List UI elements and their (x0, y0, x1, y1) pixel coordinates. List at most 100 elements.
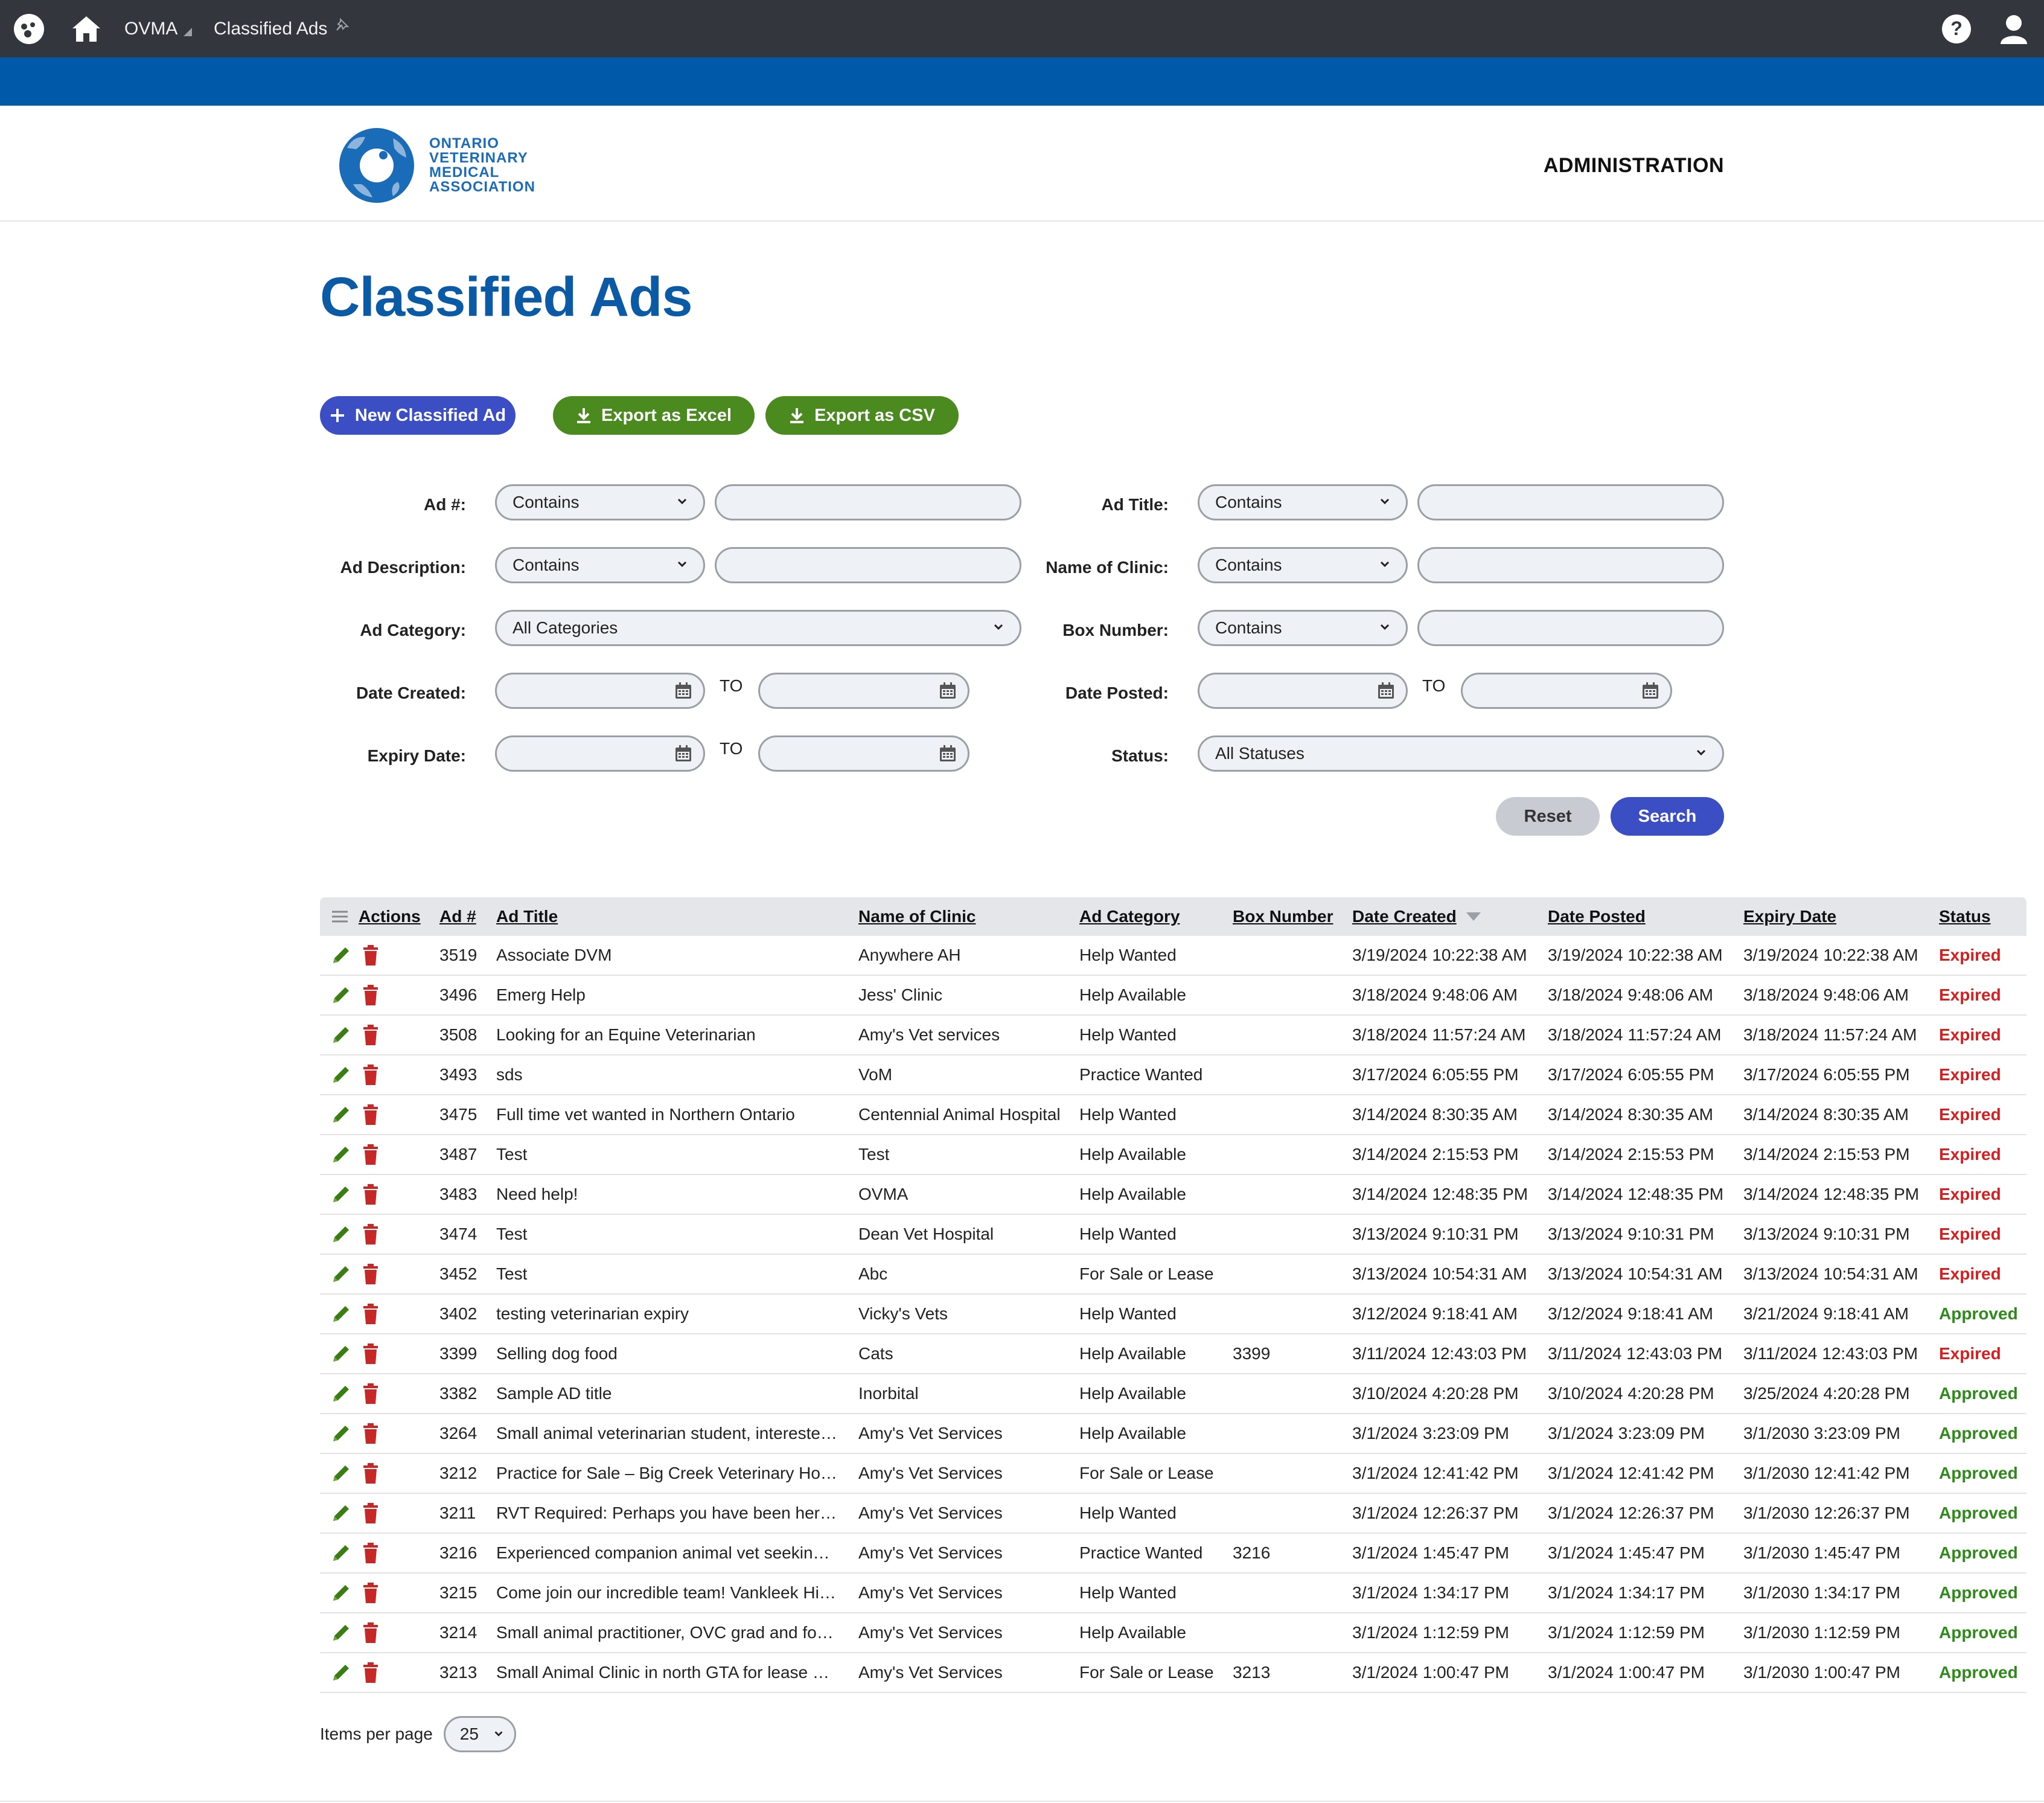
col-status[interactable]: Status (1939, 897, 1991, 936)
export-csv-button[interactable]: Export as CSV (765, 396, 959, 435)
edit-icon[interactable] (331, 1414, 351, 1453)
col-ad-title[interactable]: Ad Title (496, 897, 558, 936)
new-classified-ad-button[interactable]: New Classified Ad (320, 396, 516, 435)
col-expiry-date[interactable]: Expiry Date (1743, 897, 1836, 936)
edit-icon[interactable] (331, 936, 351, 975)
delete-icon[interactable] (362, 1613, 379, 1652)
table-row[interactable]: 3483 Need help! OVMA Help Available 3/14/202… (320, 1175, 2026, 1215)
col-date-posted[interactable]: Date Posted (1548, 897, 1646, 936)
table-row[interactable]: 3402 testing veterinarian expiry Vicky's V… (320, 1295, 2026, 1334)
edit-icon[interactable] (331, 1215, 351, 1254)
export-excel-button[interactable]: Export as Excel (553, 396, 755, 435)
search-button[interactable]: Search (1611, 797, 1724, 836)
col-category[interactable]: Ad Category (1079, 897, 1180, 936)
edit-icon[interactable] (331, 1374, 351, 1413)
table-row[interactable]: 3399 Selling dog food Cats Help Available 33… (320, 1334, 2026, 1374)
edit-icon[interactable] (331, 1175, 351, 1214)
ad-description-input[interactable] (715, 547, 1021, 583)
delete-icon[interactable] (362, 1295, 379, 1333)
table-row[interactable]: 3452 Test Abc For Sale or Lease 3/13/2024 10… (320, 1255, 2026, 1295)
col-actions[interactable]: Actions (359, 897, 421, 936)
breadcrumb-site[interactable]: OVMA (124, 0, 193, 57)
delete-icon[interactable] (362, 1414, 379, 1453)
delete-icon[interactable] (362, 1135, 379, 1174)
col-box-number[interactable]: Box Number (1233, 897, 1333, 936)
calendar-icon[interactable] (939, 682, 957, 700)
col-clinic[interactable]: Name of Clinic (858, 897, 976, 936)
items-per-page-select[interactable]: 25 (443, 1716, 516, 1752)
delete-icon[interactable] (362, 936, 379, 975)
table-row[interactable]: 3475 Full time vet wanted in Northern Ont… (320, 1095, 2026, 1135)
table-row[interactable]: 3496 Emerg Help Jess' Clinic Help Available… (320, 976, 2026, 1016)
table-row[interactable]: 3216 Experienced companion animal vet see… (320, 1534, 2026, 1574)
edit-icon[interactable] (331, 1454, 351, 1493)
edit-icon[interactable] (331, 1534, 351, 1572)
help-icon[interactable]: ? (1941, 0, 1972, 57)
breadcrumb-page[interactable]: Classified Ads (214, 0, 350, 57)
user-icon[interactable] (1999, 0, 2028, 57)
pin-icon[interactable] (336, 18, 350, 31)
expiry-date-to-input[interactable] (758, 735, 969, 772)
ad-title-operator-select[interactable]: Contains (1198, 484, 1408, 520)
edit-icon[interactable] (331, 1095, 351, 1134)
calendar-icon[interactable] (939, 745, 957, 763)
ad-description-operator-select[interactable]: Contains (495, 547, 705, 583)
delete-icon[interactable] (362, 1095, 379, 1134)
delete-icon[interactable] (362, 1334, 379, 1373)
clinic-name-input[interactable] (1417, 547, 1724, 583)
clinic-name-operator-select[interactable]: Contains (1198, 547, 1408, 583)
delete-icon[interactable] (362, 1454, 379, 1493)
drupal-icon[interactable] (13, 0, 45, 57)
edit-icon[interactable] (331, 1255, 351, 1293)
table-row[interactable]: 3382 Sample AD title Inorbital Help Availab… (320, 1374, 2026, 1414)
delete-icon[interactable] (362, 1574, 379, 1612)
edit-icon[interactable] (331, 976, 351, 1014)
menu-icon[interactable] (331, 897, 349, 936)
col-ad-number[interactable]: Ad # (439, 897, 476, 936)
calendar-icon[interactable] (674, 682, 692, 700)
table-row[interactable]: 3493 sds VoM Practice Wanted 3/17/2024 6:05:… (320, 1055, 2026, 1095)
table-row[interactable]: 3213 Small Animal Clinic in north GTA for… (320, 1653, 2026, 1693)
home-icon[interactable] (71, 0, 101, 57)
box-number-operator-select[interactable]: Contains (1198, 610, 1408, 646)
edit-icon[interactable] (331, 1574, 351, 1612)
delete-icon[interactable] (362, 976, 379, 1014)
table-row[interactable]: 3519 Associate DVM Anywhere AH Help Wanted 3… (320, 936, 2026, 976)
edit-icon[interactable] (331, 1016, 351, 1054)
delete-icon[interactable] (362, 1016, 379, 1054)
table-row[interactable]: 3212 Practice for Sale – Big Creek Veteri… (320, 1454, 2026, 1494)
delete-icon[interactable] (362, 1055, 379, 1094)
edit-icon[interactable] (331, 1334, 351, 1373)
ovma-logo[interactable]: ONTARIO VETERINARY MEDICAL ASSOCIATION (335, 124, 535, 207)
table-row[interactable]: 3215 Come join our incredible team! Vankl… (320, 1574, 2026, 1613)
calendar-icon[interactable] (1641, 682, 1659, 700)
reset-button[interactable]: Reset (1496, 797, 1600, 836)
status-select[interactable]: All Statuses (1198, 735, 1724, 772)
date-created-from-input[interactable] (495, 673, 705, 709)
delete-icon[interactable] (362, 1215, 379, 1254)
edit-icon[interactable] (331, 1135, 351, 1174)
table-row[interactable]: 3508 Looking for an Equine Veterinarian Am… (320, 1016, 2026, 1055)
edit-icon[interactable] (331, 1653, 351, 1692)
box-number-input[interactable] (1417, 610, 1724, 646)
page-name[interactable]: Classified Ads (214, 19, 327, 39)
ad-number-operator-select[interactable]: Contains (495, 484, 705, 520)
edit-icon[interactable] (331, 1055, 351, 1094)
table-row[interactable]: 3487 Test Test Help Available 3/14/2024 2:15… (320, 1135, 2026, 1175)
delete-icon[interactable] (362, 1534, 379, 1572)
calendar-icon[interactable] (674, 745, 692, 763)
col-date-created[interactable]: Date Created (1352, 897, 1482, 936)
date-posted-from-input[interactable] (1198, 673, 1408, 709)
table-row[interactable]: 3211 RVT Required: Perhaps you have been … (320, 1494, 2026, 1534)
administration-link[interactable]: ADMINISTRATION (1544, 154, 1724, 178)
delete-icon[interactable] (362, 1494, 379, 1532)
table-row[interactable]: 3264 Small animal veterinarian student, i… (320, 1414, 2026, 1454)
delete-icon[interactable] (362, 1255, 379, 1293)
edit-icon[interactable] (331, 1494, 351, 1532)
delete-icon[interactable] (362, 1175, 379, 1214)
table-row[interactable]: 3474 Test Dean Vet Hospital Help Wanted 3/13… (320, 1215, 2026, 1255)
date-posted-to-input[interactable] (1461, 673, 1672, 709)
delete-icon[interactable] (362, 1653, 379, 1692)
edit-icon[interactable] (331, 1295, 351, 1333)
site-name[interactable]: OVMA (124, 19, 177, 39)
